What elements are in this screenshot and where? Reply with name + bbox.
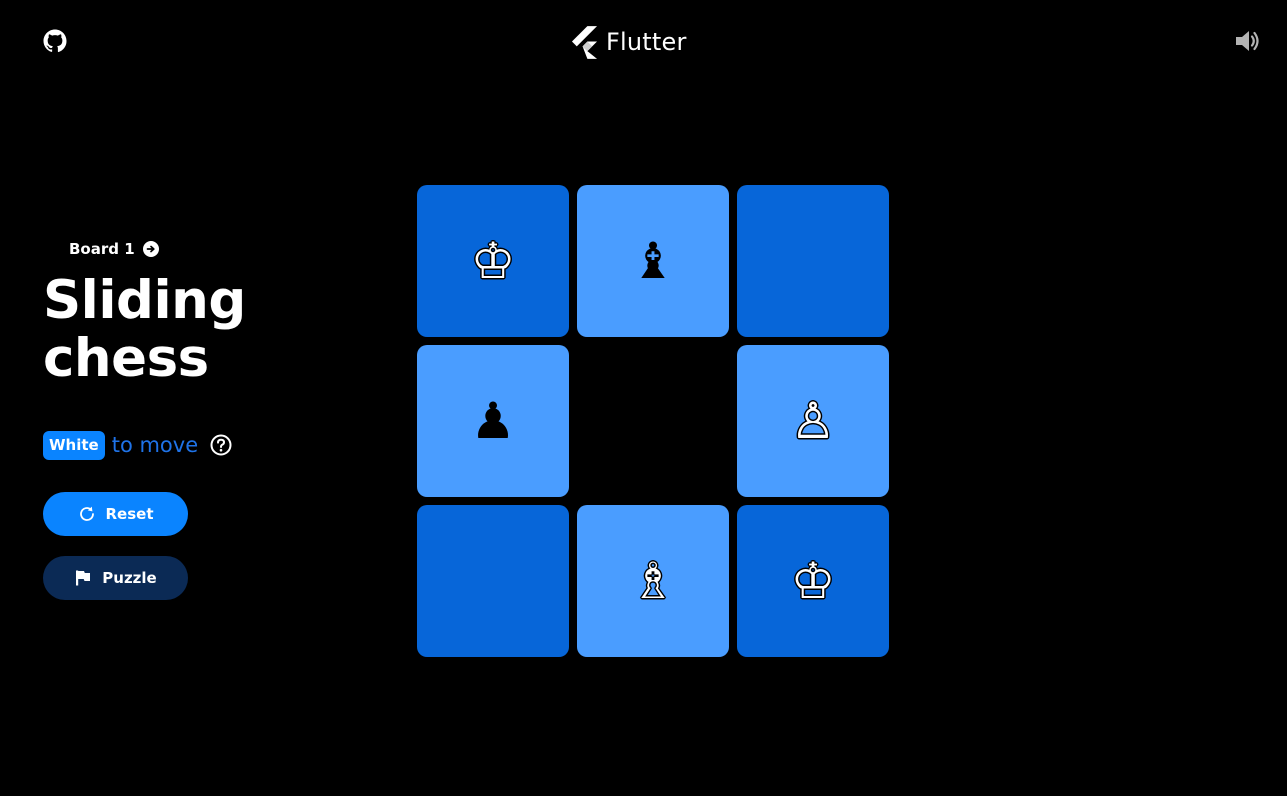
- title-line-2: chess: [43, 328, 209, 389]
- flag-icon: [76, 570, 91, 586]
- white-bishop-piece: ♗: [630, 552, 676, 610]
- black-pawn-piece: ♟: [470, 392, 516, 450]
- white-pawn-piece: ♙: [790, 392, 836, 450]
- board-tile[interactable]: ♗: [577, 505, 729, 657]
- turn-text: to move: [111, 432, 199, 457]
- white-king-piece: ♔: [470, 232, 516, 290]
- chess-board: ♔ ♝ ♟ ♙ ♗ ♔: [417, 185, 890, 658]
- help-icon[interactable]: [210, 434, 232, 456]
- turn-badge: White: [43, 430, 105, 460]
- board-tile[interactable]: ♔: [737, 505, 889, 657]
- puzzle-button[interactable]: Puzzle: [43, 556, 188, 600]
- reset-label: Reset: [105, 505, 154, 523]
- reset-button[interactable]: Reset: [43, 492, 188, 536]
- board-tile[interactable]: ♙: [737, 345, 889, 497]
- page-title: Sliding chess: [43, 272, 303, 388]
- flutter-logo-icon: [571, 25, 598, 59]
- flutter-logo: Flutter: [571, 25, 687, 59]
- turn-indicator: White to move: [43, 430, 232, 460]
- white-king-piece: ♔: [790, 552, 836, 610]
- game-page: Flutter Board 1 Sliding chess White to m…: [0, 0, 1287, 796]
- board-tile[interactable]: ♝: [577, 185, 729, 337]
- arrow-right-circle-icon[interactable]: [142, 241, 159, 257]
- black-bishop-piece: ♝: [630, 232, 676, 290]
- title-line-1: Sliding: [43, 270, 246, 331]
- logo-text: Flutter: [606, 28, 687, 56]
- refresh-icon: [79, 506, 94, 521]
- board-tile[interactable]: [417, 505, 569, 657]
- puzzle-label: Puzzle: [102, 569, 157, 587]
- board-tile[interactable]: ♔: [417, 185, 569, 337]
- volume-icon[interactable]: [1233, 27, 1261, 55]
- board-selector[interactable]: Board 1: [69, 238, 159, 260]
- github-icon[interactable]: [43, 29, 67, 53]
- board-tile[interactable]: [737, 185, 889, 337]
- board-tile[interactable]: ♟: [417, 345, 569, 497]
- board-label: Board 1: [69, 240, 135, 258]
